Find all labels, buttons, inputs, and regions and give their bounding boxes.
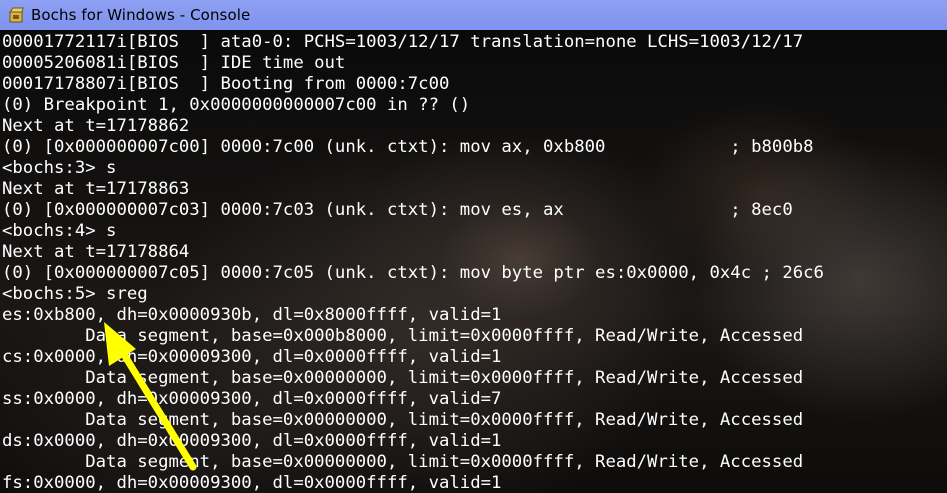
window-title: Bochs for Windows - Console bbox=[31, 6, 251, 24]
console-line: (0) Breakpoint 1, 0x0000000000007c00 in … bbox=[2, 95, 471, 115]
bochs-app-icon bbox=[8, 7, 24, 23]
console-lines: 00001772117i[BIOS ] ata0-0: PCHS=1003/12… bbox=[2, 32, 824, 493]
console-line: Data segment, base=0x00000000, limit=0x0… bbox=[2, 410, 804, 430]
console-line: 00005206081i[BIOS ] IDE time out bbox=[2, 53, 346, 73]
console-line: Next at t=17178863 bbox=[2, 179, 190, 199]
console-line: Next at t=17178864 bbox=[2, 242, 190, 262]
console-line: fs:0x0000, dh=0x00009300, dl=0x0000ffff,… bbox=[2, 473, 502, 493]
console-line: <bochs:4> s bbox=[2, 221, 117, 241]
console-line: Next at t=17178862 bbox=[2, 116, 190, 136]
console-line: cs:0x0000, dh=0x00009300, dl=0x0000ffff,… bbox=[2, 347, 502, 367]
console-line: es:0xb800, dh=0x0000930b, dl=0x8000ffff,… bbox=[2, 305, 502, 325]
console-line: ds:0x0000, dh=0x00009300, dl=0x0000ffff,… bbox=[2, 431, 502, 451]
console-line: (0) [0x000000007c03] 0000:7c03 (unk. ctx… bbox=[2, 200, 793, 220]
console-line: ss:0x0000, dh=0x00009300, dl=0x0000ffff,… bbox=[2, 389, 502, 409]
console-output[interactable]: 00001772117i[BIOS ] ata0-0: PCHS=1003/12… bbox=[0, 30, 947, 493]
console-line: (0) [0x000000007c00] 0000:7c00 (unk. ctx… bbox=[2, 137, 814, 157]
console-line: 00017178807i[BIOS ] Booting from 0000:7c… bbox=[2, 74, 450, 94]
console-line: Data segment, base=0x00000000, limit=0x0… bbox=[2, 452, 804, 472]
console-line: 00001772117i[BIOS ] ata0-0: PCHS=1003/12… bbox=[2, 32, 804, 52]
console-line: Data segment, base=0x00000000, limit=0x0… bbox=[2, 368, 804, 388]
title-bar[interactable]: Bochs for Windows - Console bbox=[0, 0, 947, 30]
console-line: (0) [0x000000007c05] 0000:7c05 (unk. ctx… bbox=[2, 263, 824, 283]
console-line: <bochs:3> s bbox=[2, 158, 117, 178]
bochs-console-window: Bochs for Windows - Console 00001772117i… bbox=[0, 0, 947, 493]
console-line: <bochs:5> sreg bbox=[2, 284, 148, 304]
console-line: Data segment, base=0x000b8000, limit=0x0… bbox=[2, 326, 804, 346]
